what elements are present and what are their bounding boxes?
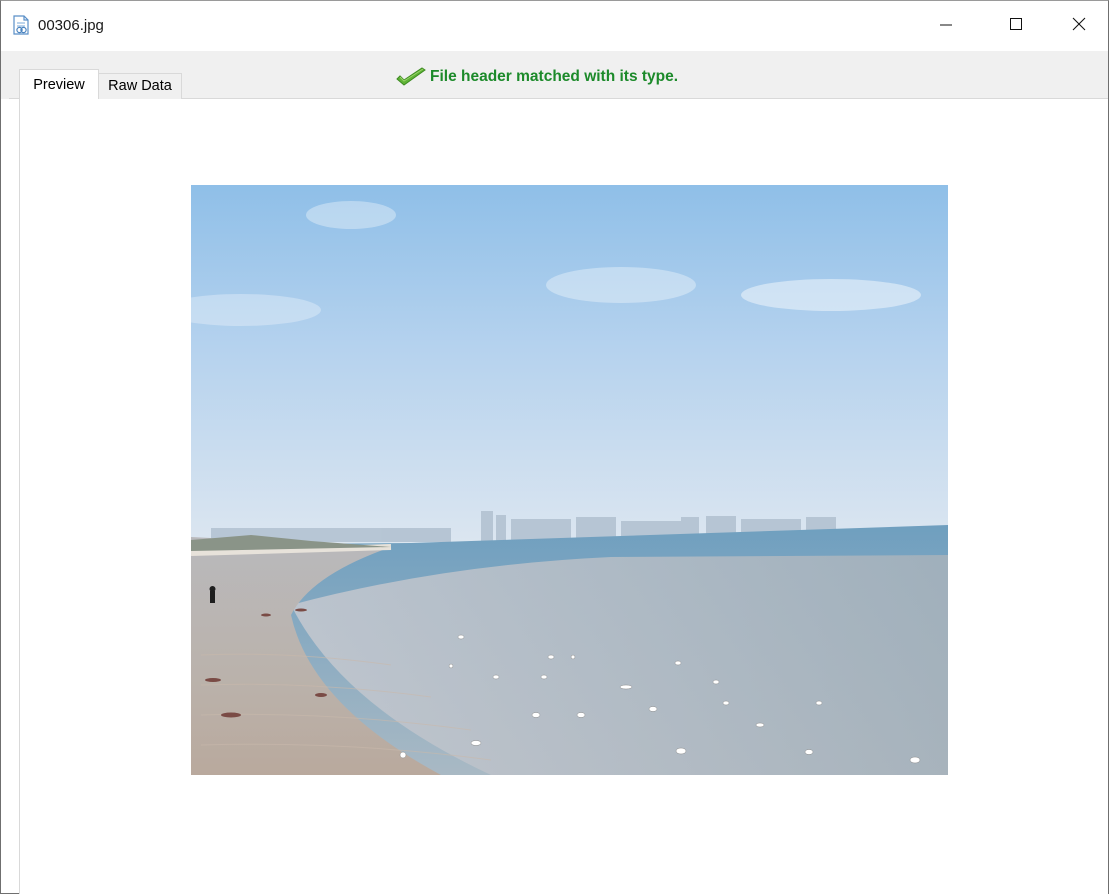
minimize-icon [939,17,953,36]
maximize-button[interactable] [987,1,1045,51]
file-viewer-window: 00306.jpg Preview Raw Data File header m… [0,0,1109,894]
header-match-status: File header matched with its type. [394,65,678,89]
tab-preview[interactable]: Preview [19,69,99,99]
status-message: File header matched with its type. [430,68,679,85]
checkmark-icon [394,66,428,88]
window-title: 00306.jpg [38,17,104,34]
tab-raw-data-label: Raw Data [108,78,172,94]
close-button[interactable] [1050,1,1108,51]
close-icon [1072,17,1086,36]
tab-raw-data[interactable]: Raw Data [98,73,182,99]
minimize-button[interactable] [917,1,975,51]
maximize-icon [1009,17,1023,36]
image-file-icon [12,15,30,35]
tab-preview-label: Preview [33,77,85,93]
preview-image [191,185,948,775]
title-bar[interactable]: 00306.jpg [1,1,1108,51]
